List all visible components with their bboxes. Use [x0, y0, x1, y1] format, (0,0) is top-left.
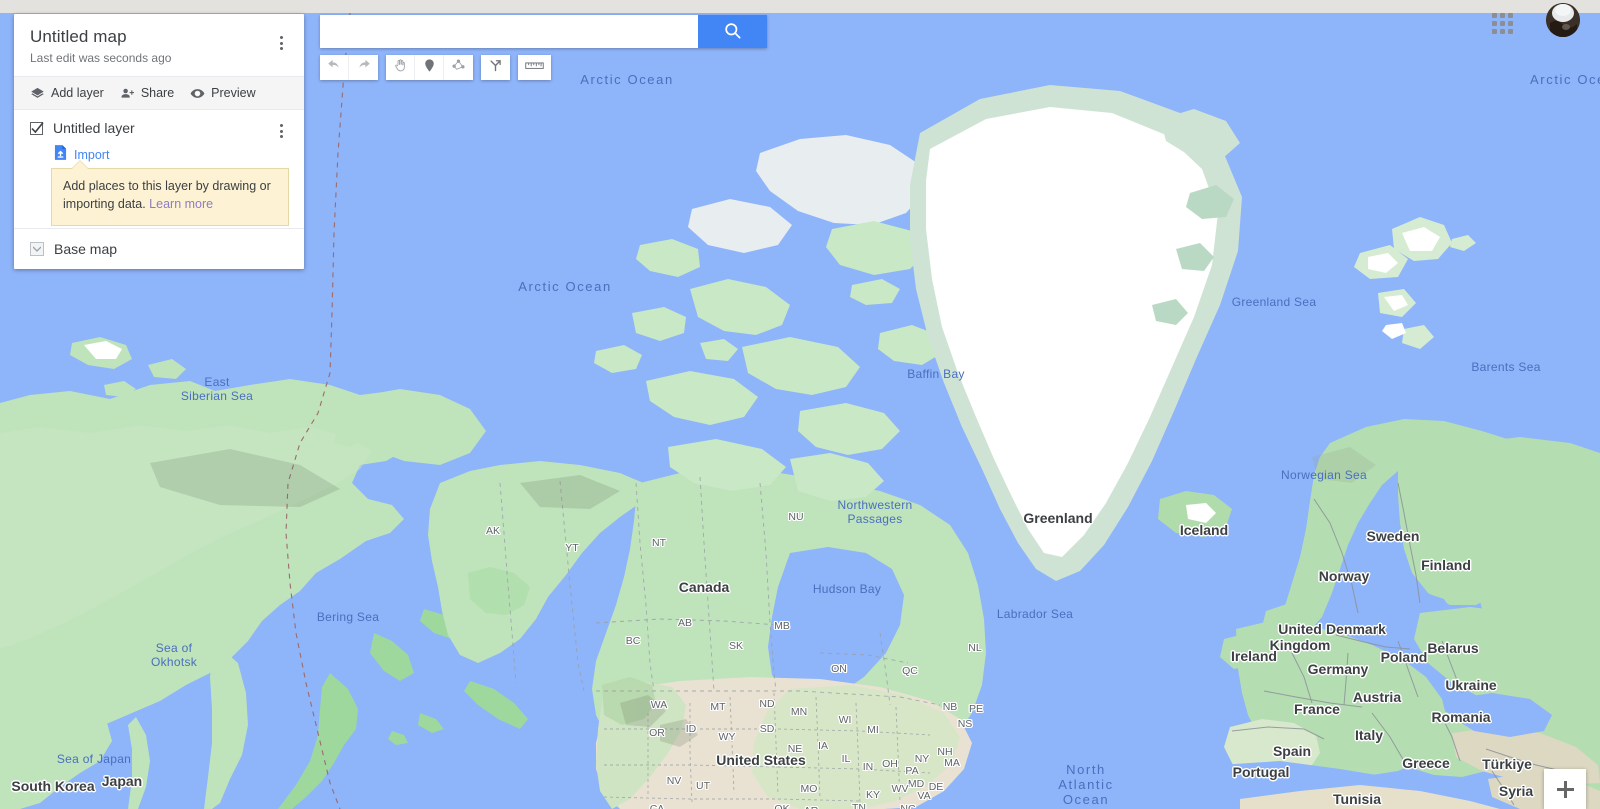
base-map-label: Base map [54, 241, 118, 257]
add-layer-button[interactable]: Add layer [30, 86, 104, 101]
hand-icon [393, 58, 408, 78]
plus-icon [1556, 780, 1574, 798]
redo-button[interactable] [349, 55, 378, 80]
top-strip [0, 0, 1600, 13]
draw-line-button[interactable] [444, 55, 473, 80]
undo-button[interactable] [320, 55, 349, 80]
preview-label: Preview [211, 86, 256, 100]
map-title[interactable]: Untitled map [30, 27, 288, 47]
measure-tool-group [518, 55, 551, 80]
share-label: Share [140, 86, 175, 100]
share-button[interactable]: Share [120, 86, 174, 101]
measure-button[interactable] [518, 55, 551, 80]
layers-icon [30, 86, 45, 101]
panel-actions-bar: Add layer Share Preview [14, 76, 304, 110]
layer-name[interactable]: Untitled layer [53, 120, 135, 136]
layer-row: Untitled layer [30, 120, 288, 136]
map-options-kebab-icon[interactable] [270, 30, 292, 56]
directions-tool-group [481, 55, 510, 80]
layer-visibility-checkbox[interactable] [30, 121, 44, 135]
panel-header: Untitled map Last edit was seconds ago [14, 14, 304, 76]
map-tools [320, 55, 551, 80]
layer-options-kebab-icon[interactable] [270, 118, 292, 144]
zoom-in-button[interactable] [1544, 769, 1586, 809]
add-marker-button[interactable] [415, 55, 444, 80]
preview-button[interactable]: Preview [190, 86, 256, 101]
undo-arrow-icon [327, 58, 342, 78]
search-bar [320, 15, 767, 48]
user-avatar[interactable] [1546, 3, 1580, 37]
eye-icon [190, 86, 205, 101]
person-add-icon [120, 86, 135, 101]
polyline-icon [451, 58, 466, 78]
redo-arrow-icon [356, 58, 371, 78]
layer-block: Untitled layer Import Add places to this… [14, 110, 304, 228]
search-input[interactable] [320, 15, 698, 48]
history-tool-group [320, 55, 378, 80]
directions-fork-icon [488, 58, 503, 78]
last-edit-status: Last edit was seconds ago [30, 51, 172, 65]
map-marker-icon [422, 58, 437, 78]
map-editor-panel: Untitled map Last edit was seconds ago A… [14, 14, 304, 269]
learn-more-link[interactable]: Learn more [149, 197, 213, 211]
search-icon [723, 21, 742, 43]
my-maps-app: Arctic Ocean Arctic Ocean Arctic Oce North A… [0, 0, 1600, 809]
import-label: Import [74, 148, 110, 162]
google-apps-grid-icon[interactable] [1489, 10, 1515, 36]
draw-tool-group [386, 55, 473, 80]
directions-button[interactable] [481, 55, 510, 80]
base-map-row[interactable]: Base map [14, 228, 304, 269]
ruler-icon [525, 59, 544, 77]
chevron-down-icon[interactable] [30, 242, 44, 256]
layer-hint-tooltip: Add places to this layer by drawing or i… [51, 160, 289, 226]
import-button[interactable]: Import [54, 145, 288, 165]
pan-tool-button[interactable] [386, 55, 415, 80]
add-layer-label: Add layer [51, 86, 104, 100]
import-file-icon [54, 145, 67, 165]
search-button[interactable] [698, 15, 767, 48]
